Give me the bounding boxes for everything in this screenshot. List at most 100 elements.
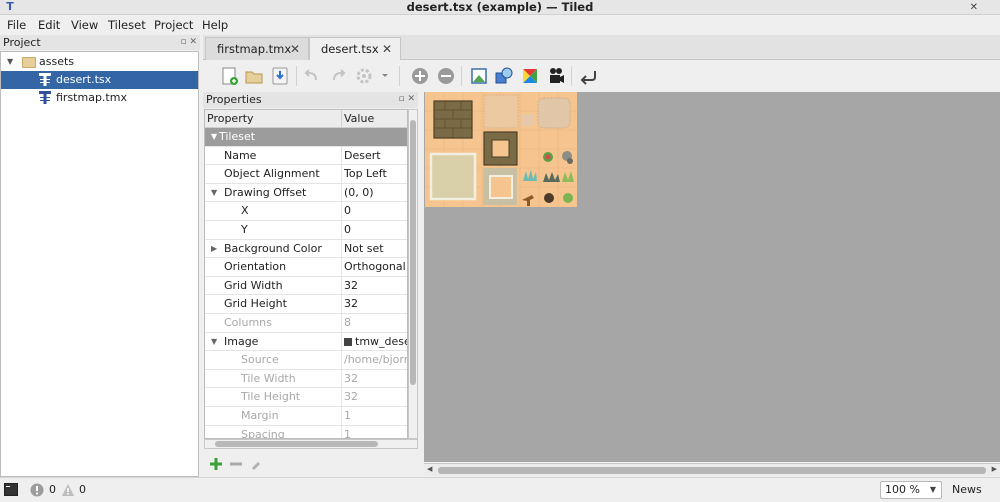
- tileset-toolbar: [203, 60, 1000, 92]
- expand-arrow-icon[interactable]: ▼: [7, 53, 13, 71]
- scroll-left-icon[interactable]: ◀: [427, 465, 432, 473]
- property-value-image[interactable]: tmw_desert: [341, 332, 407, 351]
- tab-firstmap[interactable]: firstmap.tmx ✕: [205, 37, 309, 60]
- project-title-label: Project: [3, 36, 41, 49]
- toolbar-separator: [571, 66, 572, 86]
- property-row-grid-height[interactable]: Grid Height 32: [205, 295, 407, 314]
- property-section-tileset[interactable]: ▼ Tileset: [205, 128, 407, 147]
- scroll-right-icon[interactable]: ▶: [992, 465, 997, 473]
- tileset-view[interactable]: [424, 92, 1000, 462]
- property-row-orientation[interactable]: Orientation Orthogonal: [205, 258, 407, 277]
- menu-help[interactable]: Help: [202, 17, 228, 33]
- property-row-object-alignment[interactable]: Object Alignment Top Left: [205, 165, 407, 184]
- property-name: Margin: [241, 409, 279, 422]
- property-row-background-color[interactable]: ▶ Background Color Not set: [205, 239, 407, 259]
- properties-horizontal-scrollbar[interactable]: [204, 439, 418, 449]
- property-row-drawing-offset[interactable]: ▼ Drawing Offset (0, 0): [205, 183, 407, 203]
- error-count[interactable]: 0: [49, 482, 56, 498]
- column-property[interactable]: Property: [207, 110, 254, 128]
- add-property-icon[interactable]: [209, 457, 223, 471]
- add-tiles-icon[interactable]: [409, 65, 431, 87]
- menu-view[interactable]: View: [71, 17, 98, 33]
- open-icon[interactable]: [243, 65, 265, 87]
- property-value: 1: [341, 407, 407, 425]
- undo-icon[interactable]: [301, 65, 323, 87]
- property-name: Name: [224, 148, 257, 162]
- property-value[interactable]: 0: [341, 221, 407, 239]
- properties-vertical-scrollbar[interactable]: [408, 109, 418, 439]
- warning-count[interactable]: 0: [79, 482, 86, 498]
- property-value[interactable]: Desert: [341, 146, 407, 165]
- remove-tiles-icon[interactable]: [435, 65, 457, 87]
- property-value[interactable]: 32: [341, 276, 407, 295]
- property-row-columns: Columns 8: [205, 314, 407, 333]
- remove-property-icon[interactable]: [229, 457, 243, 471]
- property-row-y[interactable]: Y 0: [205, 221, 407, 240]
- property-row-spacing: Spacing 1: [205, 425, 407, 438]
- tiled-window: T desert.tsx (example) — Tiled ✕ File Ed…: [0, 0, 1000, 502]
- properties-title-label: Properties: [206, 93, 262, 106]
- properties-dock-title: Properties ▫ ✕: [203, 92, 418, 108]
- dock-float-close-icons[interactable]: ▫ ✕: [180, 35, 197, 50]
- property-value[interactable]: (0, 0): [341, 183, 407, 202]
- tileset-image[interactable]: [425, 92, 577, 207]
- redo-icon[interactable]: [327, 65, 349, 87]
- edit-terrain-icon[interactable]: [468, 65, 490, 87]
- tree-item-assets[interactable]: ▼ assets: [1, 53, 198, 71]
- tileset-horizontal-scrollbar[interactable]: ◀ ▶: [424, 463, 1000, 476]
- scrollbar-thumb[interactable]: [215, 441, 378, 447]
- property-value[interactable]: Not set: [341, 239, 407, 258]
- property-name: Grid Width: [224, 278, 283, 292]
- collapse-arrow-icon[interactable]: ▼: [211, 333, 217, 351]
- property-value[interactable]: Orthogonal: [341, 258, 407, 277]
- settings-icon[interactable]: [355, 65, 391, 87]
- property-row-grid-width[interactable]: Grid Width 32: [205, 276, 407, 296]
- news-button[interactable]: News: [952, 482, 982, 498]
- menu-bar: File Edit View Tileset Project Help: [0, 15, 1000, 35]
- window-close-button[interactable]: ✕: [970, 0, 978, 15]
- rename-property-icon[interactable]: [249, 457, 263, 471]
- property-row-x[interactable]: X 0: [205, 202, 407, 221]
- warning-icon[interactable]: [61, 483, 75, 497]
- property-value[interactable]: 0: [341, 202, 407, 221]
- collapse-arrow-icon[interactable]: ▼: [211, 184, 217, 202]
- tree-item-label: assets: [39, 55, 75, 68]
- property-value: 32: [341, 388, 407, 407]
- back-icon[interactable]: [578, 65, 600, 87]
- scrollbar-thumb[interactable]: [438, 467, 986, 474]
- project-tree[interactable]: ▼ assets desert.tsx firstmap.tmx: [0, 51, 199, 477]
- tab-desert[interactable]: desert.tsx ✕: [309, 37, 401, 61]
- tree-item-firstmap-tmx[interactable]: firstmap.tmx: [1, 89, 198, 107]
- property-value: /home/bjorn/: [341, 351, 407, 370]
- menu-tileset[interactable]: Tileset: [108, 17, 146, 33]
- edit-collision-icon[interactable]: [493, 65, 515, 87]
- error-icon[interactable]: [30, 483, 44, 497]
- scrollbar-thumb[interactable]: [410, 120, 416, 385]
- property-row-name[interactable]: Name Desert: [205, 146, 407, 166]
- property-row-image[interactable]: ▼ Image tmw_desert: [205, 332, 407, 352]
- tree-item-desert-tsx[interactable]: desert.tsx: [1, 71, 198, 89]
- animation-icon[interactable]: [545, 65, 567, 87]
- dock-float-close-icons[interactable]: ▫ ✕: [398, 92, 415, 107]
- property-name: Drawing Offset: [224, 185, 307, 199]
- properties-table[interactable]: Property Value ▼ Tileset Name Desert Obj…: [204, 109, 408, 439]
- tab-close-icon[interactable]: ✕: [290, 38, 300, 60]
- wang-sets-icon[interactable]: [519, 65, 541, 87]
- menu-project[interactable]: Project: [154, 17, 193, 33]
- column-value[interactable]: Value: [341, 110, 374, 128]
- toolbar-separator: [461, 66, 462, 86]
- menu-edit[interactable]: Edit: [38, 17, 60, 33]
- new-tileset-icon[interactable]: [219, 65, 241, 87]
- save-icon[interactable]: [269, 65, 291, 87]
- zoom-select[interactable]: 100 % ▼: [880, 481, 942, 499]
- expand-arrow-icon[interactable]: ▶: [211, 240, 217, 258]
- property-value[interactable]: Top Left: [341, 165, 407, 184]
- console-icon[interactable]: [4, 483, 18, 496]
- menu-file[interactable]: File: [7, 17, 26, 33]
- tab-close-icon[interactable]: ✕: [382, 38, 392, 60]
- collapse-arrow-icon[interactable]: ▼: [211, 128, 217, 146]
- document-tabs: firstmap.tmx ✕ desert.tsx ✕: [203, 35, 1000, 61]
- properties-dock: Properties ▫ ✕ Property Value ▼ Tileset …: [203, 92, 418, 477]
- property-value[interactable]: 32: [341, 295, 407, 314]
- property-value: 32: [341, 369, 407, 388]
